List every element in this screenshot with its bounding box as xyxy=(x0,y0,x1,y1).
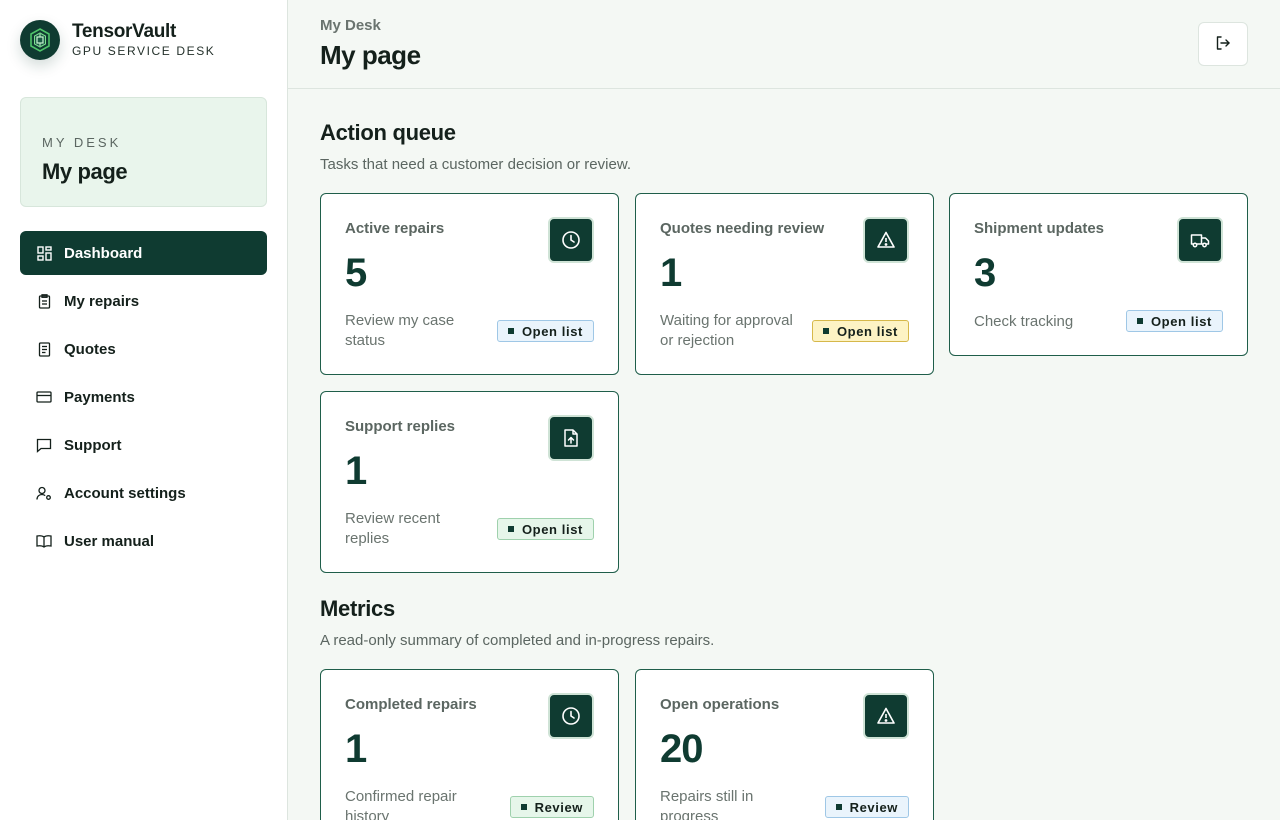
sidebar-item-label: User manual xyxy=(64,532,155,550)
card-value: 3 xyxy=(974,251,996,295)
book-icon xyxy=(36,533,52,549)
action-queue-subtitle: Tasks that need a customer decision or r… xyxy=(320,156,631,173)
user-gear-icon xyxy=(36,485,52,501)
sidebar-item-label: Support xyxy=(64,436,122,454)
card-description: Waiting for approval or rejection xyxy=(660,312,793,349)
sidebar-item-label: Payments xyxy=(64,388,135,406)
brand-subtitle: GPU SERVICE DESK xyxy=(72,44,216,58)
clipboard-icon xyxy=(36,293,52,309)
my-desk-card: MY DESK My page xyxy=(20,97,267,207)
credit-card-icon xyxy=(36,389,52,405)
brand-logo-icon xyxy=(20,20,60,60)
card-description: Repairs still in progress xyxy=(660,788,754,820)
badge-label: Review xyxy=(534,799,583,815)
open-list-button[interactable]: Open list xyxy=(811,320,909,342)
card-completed-repairs[interactable]: Completed repairs 1 Confirmed repair his… xyxy=(320,669,619,820)
card-description: Review recent replies xyxy=(345,510,441,547)
badge-dot xyxy=(835,804,842,810)
clock-icon xyxy=(548,693,594,739)
brand-name: TensorVault xyxy=(72,21,177,42)
sidebar-item-label: Account settings xyxy=(64,484,186,502)
card-support-replies[interactable]: Support replies 1 Review recent replies … xyxy=(320,391,619,573)
card-label: Quotes needing review xyxy=(660,220,825,237)
open-list-button[interactable]: Open list xyxy=(496,518,594,540)
sidebar-item-label: Dashboard xyxy=(64,244,143,262)
card-value: 1 xyxy=(660,251,682,295)
badge-dot xyxy=(507,526,514,532)
badge-label: Open list xyxy=(521,323,583,339)
dashboard-icon xyxy=(36,245,52,261)
badge-label: Open list xyxy=(836,323,898,339)
card-description: Review my case status xyxy=(345,312,455,349)
card-shipment-updates[interactable]: Shipment updates 3 Check tracking Open l… xyxy=(949,193,1248,356)
truck-icon xyxy=(1177,217,1223,263)
sidebar-item-support[interactable]: Support xyxy=(20,423,267,467)
card-label: Support replies xyxy=(345,418,456,435)
badge-dot xyxy=(520,804,527,810)
page-title: My page xyxy=(320,40,421,70)
sidebar-item-quotes[interactable]: Quotes xyxy=(20,327,267,371)
card-quotes-needing-review[interactable]: Quotes needing review 1 Waiting for appr… xyxy=(635,193,934,375)
brand[interactable]: TensorVault GPU SERVICE DESK xyxy=(20,20,215,60)
desk-title: My page xyxy=(42,159,128,184)
open-list-button[interactable]: Open list xyxy=(1125,310,1223,332)
sidebar-item-my-repairs[interactable]: My repairs xyxy=(20,279,267,323)
card-description: Confirmed repair history xyxy=(345,788,457,820)
card-active-repairs[interactable]: Active repairs 5 Review my case status O… xyxy=(320,193,619,375)
badge-label: Open list xyxy=(521,521,583,537)
logout-button[interactable] xyxy=(1198,22,1248,66)
metrics-title: Metrics xyxy=(320,596,395,621)
sidebar: TensorVault GPU SERVICE DESK MY DESK My … xyxy=(0,0,288,820)
open-list-button[interactable]: Open list xyxy=(496,320,594,342)
card-label: Completed repairs xyxy=(345,696,477,713)
badge-label: Review xyxy=(849,799,898,815)
breadcrumb[interactable]: My Desk xyxy=(320,17,381,34)
card-label: Shipment updates xyxy=(974,220,1105,237)
card-description: Check tracking xyxy=(974,313,1074,330)
upload-file-icon xyxy=(548,415,594,461)
card-label: Active repairs xyxy=(345,220,445,237)
document-icon xyxy=(36,341,52,357)
sidebar-item-payments[interactable]: Payments xyxy=(20,375,267,419)
badge-dot xyxy=(507,328,514,334)
warning-icon xyxy=(863,693,909,739)
card-value: 1 xyxy=(345,449,367,493)
card-open-operations[interactable]: Open operations 20 Repairs still in prog… xyxy=(635,669,934,820)
sidebar-nav: Dashboard My repairs Quotes Payments Sup… xyxy=(20,231,267,567)
sidebar-item-user-manual[interactable]: User manual xyxy=(20,519,267,563)
card-value: 5 xyxy=(345,251,367,295)
card-value: 1 xyxy=(345,727,367,771)
sidebar-item-label: Quotes xyxy=(64,340,116,358)
chat-icon xyxy=(36,437,52,453)
logout-icon xyxy=(1215,35,1231,54)
warning-icon xyxy=(863,217,909,263)
page-header: My Desk My page xyxy=(288,0,1280,89)
review-button[interactable]: Review xyxy=(824,796,909,818)
review-button[interactable]: Review xyxy=(509,796,594,818)
badge-dot xyxy=(822,328,829,334)
card-value: 20 xyxy=(660,727,703,771)
badge-label: Open list xyxy=(1150,313,1212,329)
action-queue-title: Action queue xyxy=(320,120,456,145)
sidebar-item-label: My repairs xyxy=(64,292,140,310)
metrics-subtitle: A read-only summary of completed and in-… xyxy=(320,632,715,649)
desk-kicker: MY DESK xyxy=(42,135,122,150)
clock-icon xyxy=(548,217,594,263)
sidebar-item-dashboard[interactable]: Dashboard xyxy=(20,231,267,275)
badge-dot xyxy=(1136,318,1143,324)
card-label: Open operations xyxy=(660,696,780,713)
sidebar-item-account-settings[interactable]: Account settings xyxy=(20,471,267,515)
